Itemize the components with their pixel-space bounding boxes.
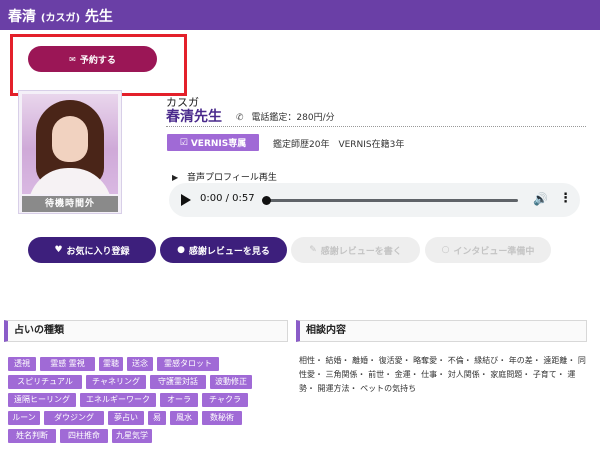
fortune-tag[interactable]: エネルギーワーク (80, 393, 156, 407)
interview-label: インタビュー準備中 (453, 246, 535, 257)
title-name: 春清 (8, 9, 36, 25)
fortune-tag[interactable]: 透視 (8, 357, 36, 371)
reserve-button[interactable]: ✉ 予約する (28, 46, 157, 72)
view-reviews-label: 感謝レビューを見る (188, 246, 270, 257)
phone-rate: ✆ 電話鑑定：280円/分 (236, 110, 335, 123)
vernis-badge: ☑ VERNIS専属 (167, 134, 259, 151)
phone-icon: ✆ (236, 113, 244, 123)
experience-text: 鑑定師歴20年 VERNIS在籍3年 (273, 140, 405, 150)
phone-rate-text: 電話鑑定：280円/分 (251, 113, 335, 123)
reserve-button-label: 予約する (79, 55, 116, 66)
voice-profile-label: ▶ 音声プロフィール再生 (172, 170, 277, 183)
title-reading: (カスガ) (40, 13, 81, 24)
audio-progress-track[interactable] (264, 199, 518, 202)
fortune-tag[interactable]: ルーン (8, 411, 40, 425)
page-header: 春清 (カスガ) 先生 (0, 0, 600, 30)
more-options-icon[interactable]: ⋮ (559, 191, 572, 206)
fortune-tag[interactable]: 風水 (170, 411, 198, 425)
fortune-tag[interactable]: 遠隔ヒーリング (8, 393, 76, 407)
write-review-button[interactable]: ✎ 感謝レビューを書く (291, 237, 420, 263)
audio-progress-knob[interactable] (262, 196, 271, 205)
fortune-tag[interactable]: ダウジング (44, 411, 104, 425)
fortune-tag[interactable]: 波動修正 (210, 375, 252, 389)
fortune-tag[interactable]: 霊感タロット (157, 357, 219, 371)
write-review-label: 感謝レビューを書く (320, 246, 402, 257)
profile-photo (22, 94, 118, 194)
consultation-heading: 相談内容 (296, 320, 587, 342)
envelope-icon: ✉ (69, 54, 76, 64)
fortune-tag[interactable]: 夢占い (108, 411, 144, 425)
play-icon[interactable] (181, 194, 191, 206)
favorite-button-label: お気に入り登録 (66, 246, 130, 257)
fortune-tag[interactable]: スピリチュアル (8, 375, 82, 389)
page-title: 春清 (カスガ) 先生 (8, 6, 113, 26)
fortune-tag[interactable]: 九星気学 (112, 429, 152, 443)
interview-button[interactable]: ○ インタビュー準備中 (425, 237, 551, 263)
voice-profile-text: 音声プロフィール再生 (187, 173, 277, 183)
check-square-icon: ☑ (179, 137, 188, 148)
fortune-tag[interactable]: 送念 (127, 357, 153, 371)
fortune-tag[interactable]: チャクラ (202, 393, 248, 407)
fortune-tag[interactable]: 四柱推命 (60, 429, 108, 443)
volume-icon[interactable]: 🔊 (533, 192, 548, 206)
fortune-tag[interactable]: チャネリング (86, 375, 146, 389)
fortune-types-heading: 占いの種類 (4, 320, 288, 342)
fortune-tag[interactable]: 数秘術 (202, 411, 242, 425)
fortune-tag[interactable]: 霊聴 (99, 357, 123, 371)
fortune-tag[interactable]: オーラ (160, 393, 198, 407)
vernis-badge-label: VERNIS専属 (190, 139, 247, 149)
favorite-button[interactable]: ♥ お気に入り登録 (28, 237, 156, 263)
heart-icon: ♥ (54, 245, 63, 255)
fortune-tag[interactable]: 守護霊対話 (150, 375, 206, 389)
title-suffix: 先生 (84, 9, 113, 25)
profile-photo-frame: 待機時間外 (18, 90, 122, 214)
fortune-tag[interactable]: 易 (148, 411, 166, 425)
play-triangle-icon: ▶ (172, 173, 179, 182)
photo-face (52, 116, 88, 162)
audio-player: 0:00 / 0:57 🔊 ⋮ (169, 183, 580, 217)
view-reviews-button[interactable]: ● 感謝レビューを見る (160, 237, 287, 263)
audio-time: 0:00 / 0:57 (200, 193, 255, 204)
fortune-teller-name: 春清先生 (166, 109, 222, 125)
fortune-tag[interactable]: 霊感 霊視 (40, 357, 95, 371)
speech-bubble-icon: ● (177, 245, 185, 255)
status-badge: 待機時間外 (22, 196, 118, 212)
fortune-tag[interactable]: 姓名判断 (8, 429, 56, 443)
chat-icon: ○ (441, 245, 450, 255)
consultation-text: 相性・ 結婚・ 離婚・ 復活愛・ 略奪愛・ 不倫・ 縁結び・ 年の差・ 遠距離・… (299, 356, 586, 393)
pencil-icon: ✎ (309, 245, 317, 255)
divider (166, 126, 586, 127)
